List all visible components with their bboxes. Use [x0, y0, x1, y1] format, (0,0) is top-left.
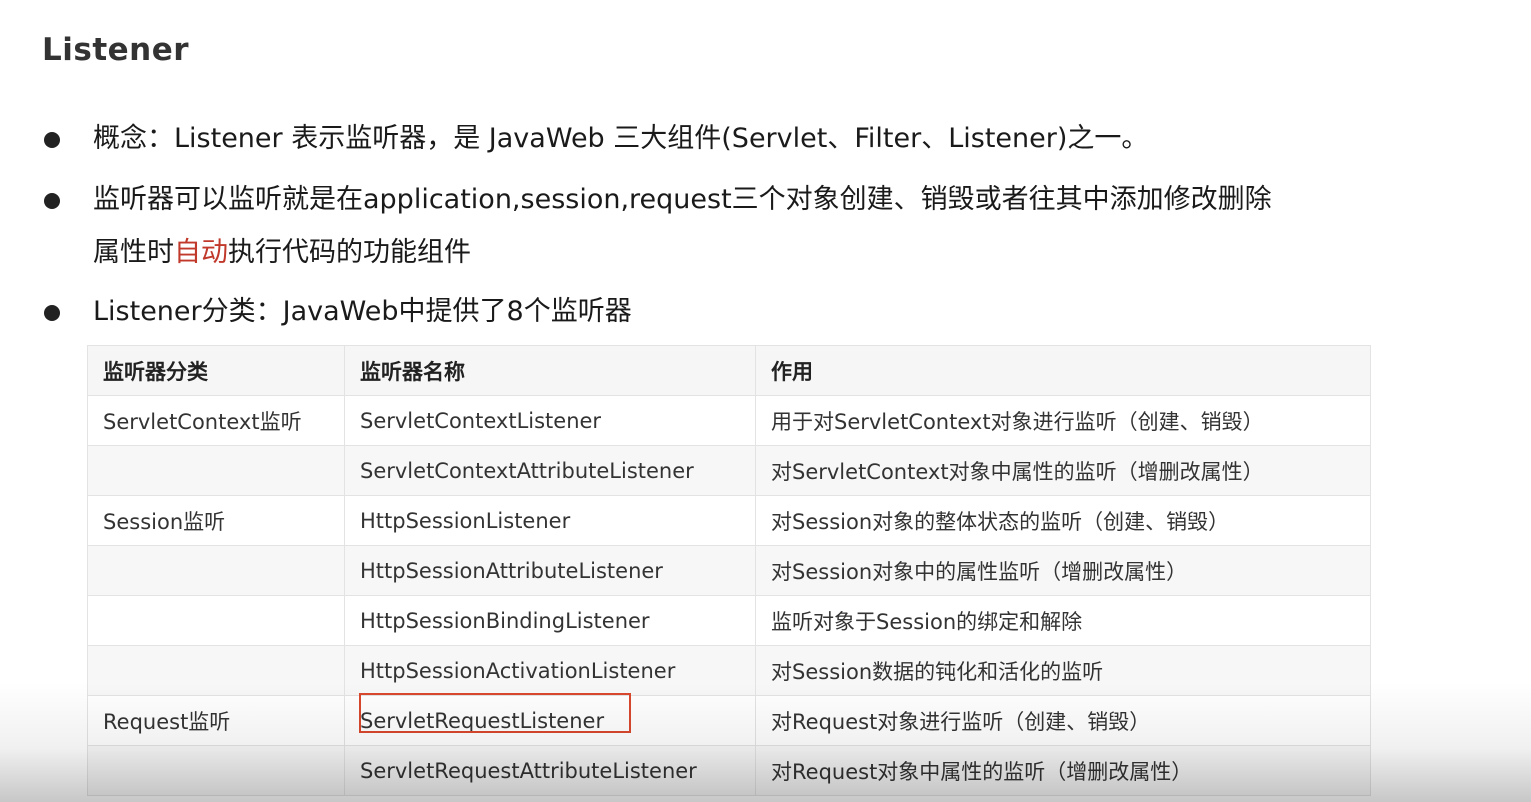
cell-category	[87, 595, 345, 646]
bullet-concept-text: 概念：Listener 表示监听器，是 JavaWeb 三大组件(Servlet…	[93, 123, 1149, 154]
cell-purpose: 对Request对象进行监听（创建、销毁）	[755, 695, 1371, 746]
cell-category	[87, 445, 345, 496]
table-header-row: 监听器分类 监听器名称 作用	[87, 345, 1371, 396]
header-purpose: 作用	[755, 345, 1371, 396]
bullet-description-line2-after: 执行代码的功能组件	[228, 237, 471, 268]
cell-purpose: 对Request对象中属性的监听（增删改属性）	[755, 745, 1371, 796]
table-row: Session监听 HttpSessionListener 对Session对象…	[87, 495, 1371, 546]
bullet-dot-icon	[44, 132, 60, 148]
bullet-description-line2-before: 属性时	[93, 237, 174, 268]
bullet-categories-text: Listener分类：JavaWeb中提供了8个监听器	[93, 296, 632, 327]
cell-category	[87, 545, 345, 596]
bullet-description-highlight: 自动	[174, 237, 228, 268]
cell-listener-name: HttpSessionBindingListener	[344, 595, 756, 646]
listener-table-container: 监听器分类 监听器名称 作用 ServletContext监听 ServletC…	[87, 345, 1371, 796]
table-row: Request监听 ServletRequestListener 对Reques…	[87, 695, 1371, 746]
cell-purpose: 对Session数据的钝化和活化的监听	[755, 645, 1371, 696]
cell-category: Session监听	[87, 495, 345, 546]
cell-purpose: 用于对ServletContext对象进行监听（创建、销毁）	[755, 395, 1371, 446]
bullet-dot-icon	[44, 305, 60, 321]
slide: Listener 概念：Listener 表示监听器，是 JavaWeb 三大组…	[0, 0, 1531, 802]
cell-purpose: 对Session对象中的属性监听（增删改属性）	[755, 545, 1371, 596]
bullet-concept: 概念：Listener 表示监听器，是 JavaWeb 三大组件(Servlet…	[42, 112, 1372, 165]
table-row: HttpSessionAttributeListener 对Session对象中…	[87, 545, 1371, 596]
cell-purpose: 对ServletContext对象中属性的监听（增删改属性）	[755, 445, 1371, 496]
bullet-description: 监听器可以监听就是在application,session,request三个对…	[42, 173, 1372, 279]
cell-purpose: 对Session对象的整体状态的监听（创建、销毁）	[755, 495, 1371, 546]
table-row: ServletRequestAttributeListener 对Request…	[87, 745, 1371, 796]
header-listener-name: 监听器名称	[344, 345, 756, 396]
cell-listener-name: ServletRequestAttributeListener	[344, 745, 756, 796]
cell-category: ServletContext监听	[87, 395, 345, 446]
listener-table: 监听器分类 监听器名称 作用 ServletContext监听 ServletC…	[87, 345, 1371, 796]
bullet-description-line1: 监听器可以监听就是在application,session,request三个对…	[93, 184, 1272, 215]
bullet-list: 概念：Listener 表示监听器，是 JavaWeb 三大组件(Servlet…	[42, 112, 1372, 338]
header-category: 监听器分类	[87, 345, 345, 396]
cell-listener-name: HttpSessionActivationListener	[344, 645, 756, 696]
bullet-categories: Listener分类：JavaWeb中提供了8个监听器	[42, 285, 1372, 338]
cell-listener-name: ServletRequestListener	[344, 695, 756, 746]
table-row: HttpSessionBindingListener 监听对象于Session的…	[87, 595, 1371, 646]
cell-listener-name: HttpSessionListener	[344, 495, 756, 546]
cell-listener-name: ServletContextListener	[344, 395, 756, 446]
slide-title: Listener	[42, 32, 190, 68]
bullet-dot-icon	[44, 193, 60, 209]
cell-purpose: 监听对象于Session的绑定和解除	[755, 595, 1371, 646]
cell-category	[87, 745, 345, 796]
cell-listener-name: HttpSessionAttributeListener	[344, 545, 756, 596]
table-row: HttpSessionActivationListener 对Session数据…	[87, 645, 1371, 696]
table-row: ServletContextAttributeListener 对Servlet…	[87, 445, 1371, 496]
cell-category: Request监听	[87, 695, 345, 746]
cell-category	[87, 645, 345, 696]
cell-listener-name: ServletContextAttributeListener	[344, 445, 756, 496]
table-row: ServletContext监听 ServletContextListener …	[87, 395, 1371, 446]
